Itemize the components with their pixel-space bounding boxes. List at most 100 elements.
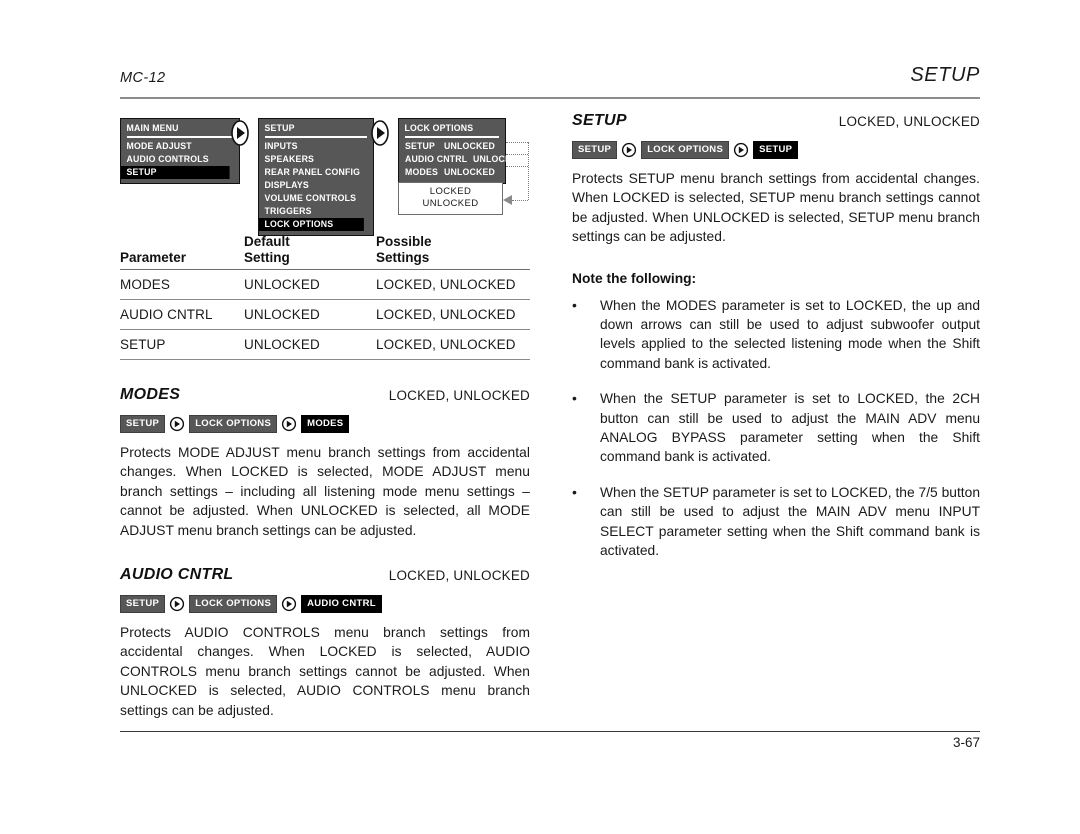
main-menu-title: MAIN MENU — [126, 123, 179, 134]
table-cell-default-setup: UNLOCKED — [244, 329, 376, 360]
connector-line-to-popup — [512, 200, 528, 201]
main-menu-item-setup[interactable]: SETUP — [121, 165, 230, 179]
table-cell-default-modes: UNLOCKED — [244, 269, 376, 300]
breadcrumb-item-setup[interactable]: SETUP — [120, 594, 166, 613]
lock-options-row-modes-label: MODES — [405, 166, 438, 178]
footer-divider — [120, 731, 980, 732]
setup-menu-title-rule — [265, 136, 367, 138]
lock-options-row-setup-value: UNLOCKED — [443, 140, 495, 152]
breadcrumb-right-arrow-circle-icon — [621, 142, 637, 158]
section-modes-title: MODES — [120, 386, 181, 403]
setup-menu-item-volume-controls[interactable]: VOLUME CONTROLS — [259, 192, 364, 205]
table-cell-parameter-modes: MODES — [120, 269, 244, 300]
breadcrumb-item-setup[interactable]: SETUP — [120, 414, 166, 433]
manual-page: MC-12 SETUP MAIN MENU MODE ADJUST AUDIO … — [0, 0, 1080, 834]
value-options-popup: LOCKED UNLOCKED — [398, 182, 503, 215]
breadcrumb-right-arrow-circle-icon — [169, 416, 185, 432]
bullet-icon: • — [572, 296, 577, 313]
breadcrumb-audio-cntrl: SETUP LOCK OPTIONS AUDIO CNTRL — [120, 594, 530, 613]
table-cell-default-audio-cntrl: UNLOCKED — [244, 299, 376, 330]
breadcrumb-modes: SETUP LOCK OPTIONS MODES — [120, 414, 530, 433]
table-header-default: Default Setting — [244, 234, 376, 269]
section-audio-cntrl-title: AUDIO CNTRL — [120, 566, 234, 584]
breadcrumb-item-lock-options[interactable]: LOCK OPTIONS — [641, 140, 730, 159]
left-column: MAIN MENU MODE ADJUST AUDIO CONTROLS SET… — [120, 112, 530, 720]
breadcrumb-item-modes[interactable]: MODES — [301, 414, 350, 433]
flow-right-arrow-circle-icon-1 — [230, 120, 250, 146]
lock-options-row-audio-cntrl[interactable]: AUDIO CNTRL UNLOCKED — [399, 153, 523, 166]
section-modes-header: MODES LOCKED, UNLOCKED — [120, 386, 530, 406]
table-row: SETUP UNLOCKED LOCKED, UNLOCKED — [120, 329, 530, 360]
lock-options-row-modes-value: UNLOCKED — [443, 166, 495, 178]
note-text-modes: When the MODES parameter is set to LOCKE… — [600, 297, 980, 371]
table-header-possible: Possible Settings — [376, 234, 530, 269]
section-setup-header: SETUP LOCKED, UNLOCKED — [572, 112, 980, 132]
connector-line-setup — [506, 142, 528, 143]
lock-options-menu-box: LOCK OPTIONS SETUP UNLOCKED AUDIO CNTRL … — [398, 118, 523, 184]
setup-menu-item-displays[interactable]: DISPLAYS — [259, 179, 364, 192]
breadcrumb-right-arrow-circle-icon — [733, 142, 749, 158]
value-option-locked[interactable]: LOCKED — [399, 186, 502, 198]
bullet-icon: • — [572, 390, 577, 407]
lock-options-row-modes[interactable]: MODES UNLOCKED — [399, 166, 505, 179]
table-row: AUDIO CNTRL UNLOCKED LOCKED, UNLOCKED — [120, 299, 530, 330]
lock-options-menu-title: LOCK OPTIONS — [404, 123, 474, 134]
section-setup-title: SETUP — [572, 112, 627, 129]
section-setup-values: LOCKED, UNLOCKED — [838, 114, 980, 129]
main-menu-item-mode-adjust[interactable]: MODE ADJUST — [121, 140, 230, 153]
flow-right-arrow-circle-icon-2 — [370, 120, 390, 146]
table-header-default-line2: Setting — [244, 250, 290, 265]
table-cell-parameter-setup: SETUP — [120, 329, 244, 360]
list-item: • When the SETUP parameter is set to LOC… — [572, 389, 980, 467]
note-text-input-select: When the SETUP parameter is set to LOCKE… — [600, 484, 980, 559]
setup-menu-item-speakers[interactable]: SPEAKERS — [259, 153, 364, 166]
list-item: • When the MODES parameter is set to LOC… — [572, 296, 980, 374]
lock-options-row-setup[interactable]: SETUP UNLOCKED — [399, 140, 505, 153]
setup-menu-title: SETUP — [264, 123, 295, 134]
section-setup: SETUP LOCKED, UNLOCKED SETUP LOCK OPTION… — [572, 112, 980, 561]
breadcrumb-right-arrow-circle-icon — [169, 596, 185, 612]
breadcrumb-right-arrow-circle-icon — [281, 596, 297, 612]
right-column: SETUP LOCKED, UNLOCKED SETUP LOCK OPTION… — [572, 112, 980, 577]
breadcrumb-item-audio-cntrl[interactable]: AUDIO CNTRL — [301, 594, 382, 613]
table-header-default-line1: Default — [244, 234, 290, 249]
setup-menu-item-lock-options[interactable]: LOCK OPTIONS — [259, 217, 364, 231]
lock-options-row-setup-label: SETUP — [405, 140, 436, 152]
header-section-label: SETUP — [910, 64, 980, 86]
connector-line-vertical — [528, 142, 529, 200]
section-modes: MODES LOCKED, UNLOCKED SETUP LOCK OPTION… — [120, 386, 530, 540]
breadcrumb-item-setup[interactable]: SETUP — [572, 140, 618, 159]
main-menu-box: MAIN MENU MODE ADJUST AUDIO CONTROLS SET… — [120, 118, 240, 184]
section-audio-cntrl: AUDIO CNTRL LOCKED, UNLOCKED SETUP LOCK … — [120, 566, 530, 720]
page-header: MC-12 SETUP — [120, 64, 980, 100]
section-audio-cntrl-body: Protects AUDIO CONTROLS menu branch sett… — [120, 625, 530, 718]
table-header-possible-line2: Settings — [376, 250, 430, 265]
table-cell-parameter-audio-cntrl: AUDIO CNTRL — [120, 299, 244, 330]
value-option-unlocked[interactable]: UNLOCKED — [399, 198, 502, 210]
list-item: • When the SETUP parameter is set to LOC… — [572, 483, 980, 561]
breadcrumb-right-arrow-circle-icon — [281, 416, 297, 432]
breadcrumb-item-lock-options[interactable]: LOCK OPTIONS — [189, 414, 278, 433]
section-modes-values: LOCKED, UNLOCKED — [388, 388, 530, 403]
table-header-possible-line1: Possible — [376, 234, 432, 249]
menu-flow-diagram: MAIN MENU MODE ADJUST AUDIO CONTROLS SET… — [120, 112, 530, 236]
main-menu-item-audio-controls[interactable]: AUDIO CONTROLS — [121, 153, 230, 166]
note-heading: Note the following: — [572, 270, 697, 286]
breadcrumb-item-setup-leaf[interactable]: SETUP — [753, 140, 799, 159]
setup-menu-item-inputs[interactable]: INPUTS — [259, 140, 364, 153]
connector-line-audio-cntrl — [506, 154, 528, 155]
table-cell-possible-audio-cntrl: LOCKED, UNLOCKED — [376, 299, 530, 330]
note-text-analog-bypass: When the SETUP parameter is set to LOCKE… — [600, 391, 980, 465]
breadcrumb-item-lock-options[interactable]: LOCK OPTIONS — [189, 594, 278, 613]
section-modes-body: Protects MODE ADJUST menu branch setting… — [120, 445, 530, 538]
parameter-table: Parameter Default Setting Possible Setti… — [120, 234, 530, 360]
connector-line-modes — [506, 166, 528, 167]
main-menu-title-rule — [127, 136, 233, 138]
table-header-parameter: Parameter — [120, 250, 187, 265]
setup-menu-box: SETUP INPUTS SPEAKERS REAR PANEL CONFIG … — [258, 118, 374, 236]
setup-menu-item-triggers[interactable]: TRIGGERS — [259, 205, 364, 218]
table-cell-possible-modes: LOCKED, UNLOCKED — [376, 269, 530, 300]
section-audio-cntrl-values: LOCKED, UNLOCKED — [388, 568, 530, 584]
lock-options-row-audio-cntrl-label: AUDIO CNTRL — [405, 153, 468, 165]
setup-menu-item-rear-panel-config[interactable]: REAR PANEL CONFIG — [259, 166, 364, 179]
